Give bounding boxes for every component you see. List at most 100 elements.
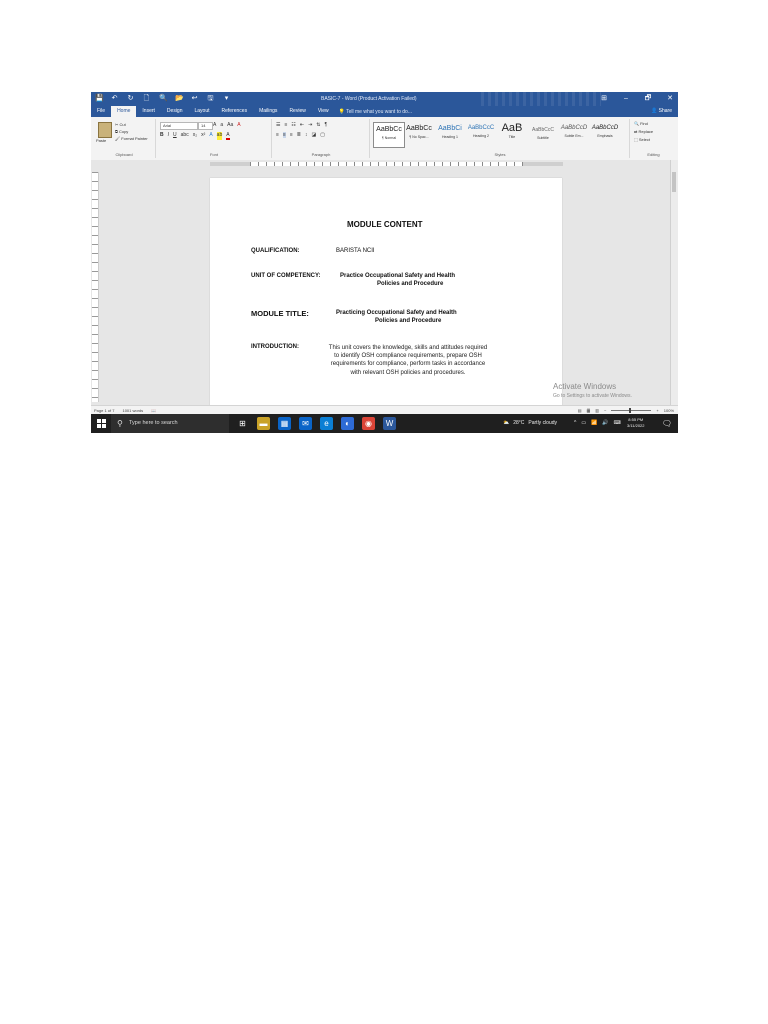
restore-icon[interactable]: 🗗 bbox=[644, 94, 652, 103]
font-name-field[interactable]: Arial bbox=[160, 122, 198, 130]
tab-review[interactable]: Review bbox=[283, 106, 311, 117]
line-spacing-icon[interactable]: ↕ bbox=[305, 132, 308, 138]
show-hidden-icons-icon[interactable]: ^ bbox=[574, 420, 576, 426]
grow-font-icon[interactable]: A bbox=[213, 122, 216, 128]
new-document-icon[interactable]: 🗋 bbox=[143, 95, 150, 102]
tab-insert[interactable]: Insert bbox=[136, 106, 161, 117]
tab-layout[interactable]: Layout bbox=[189, 106, 216, 117]
justify-icon[interactable]: ≣ bbox=[297, 132, 301, 138]
repeat-icon[interactable]: ↩ bbox=[191, 95, 198, 102]
read-mode-icon[interactable]: ▤ bbox=[578, 408, 582, 413]
tab-file[interactable]: File bbox=[91, 106, 111, 117]
zoom-slider[interactable] bbox=[611, 408, 652, 413]
find-button[interactable]: 🔍 Find bbox=[634, 121, 648, 126]
select-button[interactable]: ⬚ Select bbox=[634, 137, 650, 142]
file-explorer-icon[interactable]: ▬ bbox=[257, 417, 270, 430]
style-subtitle[interactable]: AaBbCcC Subtitle bbox=[528, 122, 558, 146]
replace-button[interactable]: ⇄ Replace bbox=[634, 129, 653, 134]
print-layout-icon[interactable]: ▦ bbox=[586, 408, 591, 413]
tab-home[interactable]: Home bbox=[111, 106, 137, 117]
vertical-scrollbar[interactable] bbox=[670, 160, 678, 405]
tab-design[interactable]: Design bbox=[161, 106, 189, 117]
web-layout-icon[interactable]: ▥ bbox=[595, 408, 599, 413]
copy-button[interactable]: ⧉ Copy bbox=[115, 129, 128, 134]
style-subtle-emphasis[interactable]: AaBbCcD Subtle Em... bbox=[559, 122, 589, 146]
chrome-icon[interactable]: ◉ bbox=[362, 417, 375, 430]
save-icon[interactable]: 💾 bbox=[95, 95, 104, 102]
style-heading-1[interactable]: AaBbCi Heading 1 bbox=[435, 122, 465, 146]
superscript-icon[interactable]: x² bbox=[201, 132, 205, 140]
style-emphasis[interactable]: AaBbCcD Emphasis bbox=[590, 122, 620, 146]
open-folder-icon[interactable]: 📂 bbox=[175, 95, 184, 102]
zoom-level[interactable]: 100% bbox=[664, 408, 674, 413]
tab-mailings[interactable]: Mailings bbox=[253, 106, 283, 117]
battery-icon[interactable]: ▭ bbox=[581, 420, 586, 426]
style-heading-2[interactable]: AaBbCcC Heading 2 bbox=[466, 122, 496, 146]
show-formatting-icon[interactable]: ¶ bbox=[325, 122, 328, 128]
format-painter-button[interactable]: 🖌 Format Painter bbox=[115, 136, 148, 141]
document-page[interactable]: MODULE CONTENT QUALIFICATION: BARISTA NC… bbox=[210, 178, 562, 406]
print-preview-icon[interactable]: 🔍 bbox=[159, 95, 168, 102]
change-case-icon[interactable]: Aa bbox=[227, 122, 233, 128]
proofing-icon[interactable]: 📖 bbox=[151, 408, 156, 413]
subscript-icon[interactable]: x₂ bbox=[193, 132, 197, 140]
mail-icon[interactable]: ✉ bbox=[299, 417, 312, 430]
bullets-icon[interactable]: ☰ bbox=[276, 122, 280, 128]
decrease-indent-icon[interactable]: ⇤ bbox=[300, 122, 304, 128]
taskbar-search[interactable]: ⚲ Type here to search bbox=[111, 414, 229, 433]
notifications-icon[interactable]: 🗨 bbox=[662, 419, 672, 428]
paste-icon[interactable] bbox=[98, 122, 112, 138]
borders-icon[interactable]: ▢ bbox=[320, 132, 325, 138]
style-no-spacing[interactable]: AaBbCc ¶ No Spac... bbox=[404, 122, 434, 146]
text-effects-icon[interactable]: A bbox=[209, 132, 212, 140]
strikethrough-icon[interactable]: abc bbox=[181, 132, 189, 140]
highlight-icon[interactable]: ab bbox=[216, 132, 223, 140]
volume-icon[interactable]: 🔊 bbox=[602, 420, 608, 426]
close-icon[interactable]: ✕ bbox=[666, 94, 674, 103]
edge-icon[interactable]: e bbox=[320, 417, 333, 430]
weather-widget[interactable]: ⛅ 28°C Partly cloudy bbox=[503, 420, 557, 426]
align-left-icon[interactable]: ≡ bbox=[276, 132, 279, 138]
network-icon[interactable]: 📶 bbox=[591, 420, 597, 426]
shading-icon[interactable]: ◪ bbox=[311, 132, 316, 138]
tab-references[interactable]: References bbox=[216, 106, 254, 117]
word-count[interactable]: 1001 words bbox=[122, 408, 143, 413]
style-title[interactable]: AaB Title bbox=[497, 122, 527, 146]
word-icon[interactable]: W bbox=[383, 417, 396, 430]
numbering-icon[interactable]: ≡ bbox=[284, 122, 287, 128]
redo-icon[interactable]: ↻ bbox=[127, 95, 134, 102]
page-count[interactable]: Page 1 of 7 bbox=[94, 408, 114, 413]
increase-indent-icon[interactable]: ⇥ bbox=[308, 122, 312, 128]
tell-me-search[interactable]: 💡 Tell me what you want to do... bbox=[339, 109, 412, 115]
underline-icon[interactable]: U bbox=[173, 132, 177, 140]
clear-formatting-icon[interactable]: A bbox=[237, 122, 240, 128]
taskbar-clock[interactable]: 8:55 PM 3/11/2022 bbox=[627, 417, 645, 429]
sort-icon[interactable]: ⇅ bbox=[316, 122, 320, 128]
zoom-slider-thumb[interactable] bbox=[629, 408, 632, 413]
store-icon[interactable]: ▦ bbox=[278, 417, 291, 430]
shrink-font-icon[interactable]: a bbox=[220, 122, 223, 128]
multilevel-list-icon[interactable]: ☷ bbox=[291, 122, 295, 128]
keyboard-language-icon[interactable]: ⌨ bbox=[614, 420, 621, 426]
save-as-icon[interactable]: 🖫 bbox=[207, 95, 214, 102]
font-size-field[interactable]: 14 bbox=[198, 122, 213, 130]
zoom-in-icon[interactable]: + bbox=[656, 408, 658, 413]
italic-icon[interactable]: I bbox=[168, 132, 169, 140]
minimize-icon[interactable]: – bbox=[622, 94, 630, 103]
tab-view[interactable]: View bbox=[312, 106, 335, 117]
paste-label[interactable]: Paste bbox=[96, 138, 106, 143]
center-icon[interactable]: ≡ bbox=[282, 132, 286, 138]
undo-icon[interactable]: ↶ bbox=[111, 95, 118, 102]
cut-button[interactable]: ✂ Cut bbox=[115, 122, 126, 127]
style-normal[interactable]: AaBbCc ¶ Normal bbox=[373, 122, 405, 148]
task-view-icon[interactable]: ⊞ bbox=[236, 417, 249, 430]
scrollbar-thumb[interactable] bbox=[672, 172, 676, 192]
app-icon[interactable]: ◐ bbox=[341, 417, 354, 430]
font-color-icon[interactable]: A bbox=[226, 132, 230, 140]
horizontal-ruler[interactable] bbox=[91, 160, 678, 168]
align-right-icon[interactable]: ≡ bbox=[290, 132, 293, 138]
share-button[interactable]: 👤 Share bbox=[651, 106, 672, 117]
zoom-out-icon[interactable]: − bbox=[604, 408, 606, 413]
windows-start-icon[interactable] bbox=[97, 419, 106, 428]
bold-icon[interactable]: B bbox=[160, 132, 164, 140]
